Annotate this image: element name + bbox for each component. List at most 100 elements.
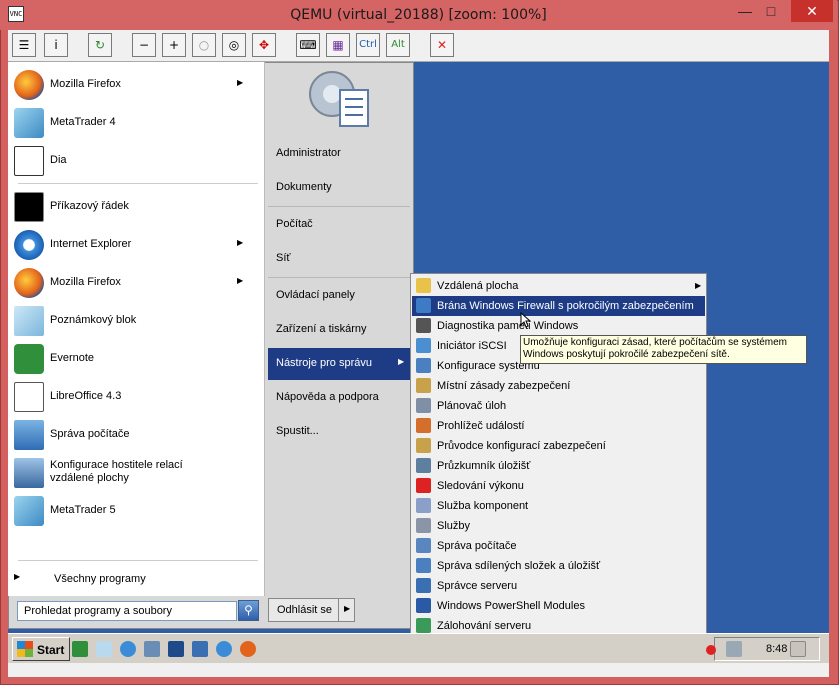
admin-tool-item[interactable]: Windows PowerShell Modules xyxy=(412,596,705,616)
backup-icon xyxy=(416,618,431,633)
network-icon[interactable] xyxy=(726,641,742,657)
zoom-out-icon[interactable]: − xyxy=(132,33,156,57)
all-programs-button[interactable]: Všechny programy xyxy=(54,573,146,585)
options-icon[interactable]: ☰ xyxy=(12,33,36,57)
firewall-icon xyxy=(416,298,431,313)
task-scheduler-icon xyxy=(416,398,431,413)
storage-explorer-icon xyxy=(416,458,431,473)
program-item-notepad[interactable]: Poznámkový blok xyxy=(10,303,256,339)
right-item-control-panel[interactable]: Ovládací panely xyxy=(268,282,410,310)
admin-tool-item[interactable]: Vzdálená plocha ▶ xyxy=(412,276,705,296)
program-item-metatrader5[interactable]: MetaTrader 5 xyxy=(10,493,256,529)
program-item-internet-explorer[interactable]: Internet Explorer ▶ xyxy=(10,227,256,263)
logoff-options-button[interactable]: ▶ xyxy=(338,598,355,622)
admin-tool-item[interactable]: Brána Windows Firewall s pokročilým zabe… xyxy=(412,296,705,316)
alt-key-button[interactable]: Alt xyxy=(386,33,410,57)
maximize-button[interactable]: □ xyxy=(758,0,784,22)
refresh-icon[interactable]: ↻ xyxy=(88,33,112,57)
server-manager-icon[interactable] xyxy=(192,641,208,657)
admin-tool-item[interactable]: Místní zásady zabezpečení xyxy=(412,376,705,396)
program-item-dia[interactable]: Dia xyxy=(10,143,256,179)
admin-tool-item[interactable]: Služba komponent xyxy=(412,496,705,516)
chevron-right-icon: ▶ xyxy=(344,604,351,613)
admin-tool-item[interactable]: Plánovač úloh xyxy=(412,396,705,416)
firefox-icon[interactable] xyxy=(240,641,256,657)
admin-tool-item[interactable]: Správce serveru xyxy=(412,576,705,596)
admin-tool-item[interactable]: Správa počítače xyxy=(412,536,705,556)
component-services-icon xyxy=(416,498,431,513)
remote-desktop-icon[interactable] xyxy=(168,641,184,657)
admin-tool-item[interactable]: Sledování výkonu xyxy=(412,476,705,496)
program-item-evernote[interactable]: Evernote xyxy=(10,341,256,377)
computer-management-icon xyxy=(416,538,431,553)
send-keys-icon[interactable]: ▦ xyxy=(326,33,350,57)
all-programs-arrow-icon: ▶ xyxy=(14,572,21,581)
title-bar[interactable]: VNC QEMU (virtual_20188) [zoom: 100%] — … xyxy=(0,0,837,30)
program-item-firefox-2[interactable]: Mozilla Firefox ▶ xyxy=(10,265,256,301)
share-storage-icon xyxy=(416,558,431,573)
info-icon[interactable]: i xyxy=(44,33,68,57)
firefox-icon xyxy=(14,70,44,100)
right-item-help-support[interactable]: Nápověda a podpora xyxy=(268,384,410,412)
msconfig-icon xyxy=(416,358,431,373)
clock[interactable]: 8:48 xyxy=(766,643,787,655)
zoom-fit-icon[interactable]: ◎ xyxy=(222,33,246,57)
right-item-administrator[interactable]: Administrator xyxy=(268,140,410,168)
status-bar xyxy=(8,663,829,677)
notepad-icon xyxy=(14,306,44,336)
security-wizard-icon xyxy=(416,438,431,453)
libreoffice-icon xyxy=(14,382,44,412)
right-separator xyxy=(268,277,410,278)
security-policy-icon xyxy=(416,378,431,393)
submenu-arrow-icon: ▶ xyxy=(398,357,405,366)
admin-tool-item[interactable]: Průzkumník úložišť xyxy=(412,456,705,476)
right-item-network[interactable]: Síť xyxy=(268,245,410,273)
fullscreen-icon[interactable]: ✥ xyxy=(252,33,276,57)
right-item-devices-printers[interactable]: Zařízení a tiskárny xyxy=(268,316,410,344)
ctrl-alt-del-icon[interactable]: ⌨ xyxy=(296,33,320,57)
program-item-libreoffice[interactable]: LibreOffice 4.3 xyxy=(10,379,256,415)
admin-tool-item[interactable]: Správa sdílených složek a úložišť xyxy=(412,556,705,576)
zoom-100-icon[interactable]: ○ xyxy=(192,33,216,57)
right-item-admin-tools[interactable]: Nástroje pro správu ▶ xyxy=(268,348,410,380)
ctrl-key-button[interactable]: Ctrl xyxy=(356,33,380,57)
dia-icon xyxy=(14,146,44,176)
admin-tool-item[interactable]: Prohlížeč událostí xyxy=(412,416,705,436)
minimize-button[interactable]: — xyxy=(732,0,758,22)
evernote-icon xyxy=(14,344,44,374)
computer-management-icon[interactable] xyxy=(144,641,160,657)
search-input[interactable] xyxy=(17,601,237,621)
right-item-documents[interactable]: Dokumenty xyxy=(268,174,410,202)
alert-icon[interactable] xyxy=(706,645,716,655)
notepad-icon[interactable] xyxy=(96,641,112,657)
admin-tool-item[interactable]: Průvodce konfigurací zabezpečení xyxy=(412,436,705,456)
right-item-computer[interactable]: Počítač xyxy=(268,211,410,239)
admin-tool-item[interactable]: Diagnostika paměti Windows xyxy=(412,316,705,336)
program-item-cmd[interactable]: Příkazový řádek xyxy=(10,189,256,225)
ie-icon[interactable] xyxy=(216,641,232,657)
vnc-toolbar: ☰ i ↻ − + ○ ◎ ✥ ⌨ ▦ Ctrl Alt ✕ xyxy=(8,30,829,62)
program-item-computer-management[interactable]: Správa počítače xyxy=(10,417,256,453)
start-button[interactable]: Start xyxy=(12,637,70,661)
submenu-arrow-icon: ▶ xyxy=(237,78,244,87)
program-item-rdp-host-config[interactable]: Konfigurace hostitele relací vzdálené plo… xyxy=(10,455,256,491)
program-item-firefox[interactable]: Mozilla Firefox ▶ xyxy=(10,67,256,103)
search-icon[interactable]: ⚲ xyxy=(238,600,259,621)
close-button[interactable]: ✕ xyxy=(791,0,833,22)
admin-tool-item[interactable]: Služby xyxy=(412,516,705,536)
ie-icon[interactable] xyxy=(120,641,136,657)
powershell-icon xyxy=(416,598,431,613)
disconnect-icon[interactable]: ✕ xyxy=(430,33,454,57)
zoom-in-icon[interactable]: + xyxy=(162,33,186,57)
event-viewer-icon xyxy=(416,418,431,433)
submenu-arrow-icon: ▶ xyxy=(237,238,244,247)
program-item-metatrader4[interactable]: MetaTrader 4 xyxy=(10,105,256,141)
firefox-icon xyxy=(14,268,44,298)
services-icon xyxy=(416,518,431,533)
right-item-run[interactable]: Spustit... xyxy=(268,418,410,446)
windows-logo-icon xyxy=(17,641,33,657)
admin-tools-picture-icon xyxy=(309,71,369,127)
cmd-icon xyxy=(14,192,44,222)
show-desktop-button[interactable] xyxy=(790,641,806,657)
evernote-icon[interactable] xyxy=(72,641,88,657)
